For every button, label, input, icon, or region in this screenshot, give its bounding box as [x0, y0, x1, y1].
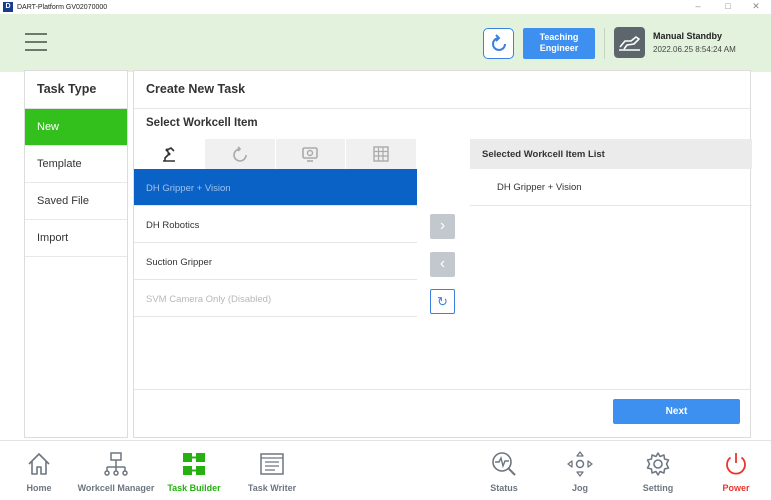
workcell-item-list: DH Gripper + Vision DH Robotics Suction …: [134, 169, 417, 317]
robot-status-icon: [614, 27, 645, 58]
minimize-button[interactable]: –: [683, 0, 713, 14]
reset-selection-button[interactable]: ↻: [430, 289, 455, 314]
nav-label: Jog: [571, 483, 588, 493]
task-type-saved-file[interactable]: Saved File: [25, 183, 127, 220]
task-type-new[interactable]: New: [25, 109, 127, 146]
nav-label: Power: [722, 483, 750, 493]
list-item: SVM Camera Only (Disabled): [134, 280, 417, 317]
task-type-title: Task Type: [25, 71, 127, 109]
teaching-engineer-button[interactable]: Teaching Engineer: [523, 28, 595, 59]
task-writer-icon: [260, 453, 284, 475]
close-window-button[interactable]: ✕: [741, 0, 771, 14]
app-header: Teaching Engineer Manual Standby 2022.06…: [0, 14, 771, 72]
nav-label: Status: [490, 483, 518, 493]
header-divider: [604, 28, 605, 59]
jog-icon: [567, 451, 593, 477]
hamburger-menu-icon[interactable]: [25, 33, 47, 51]
list-item[interactable]: Suction Gripper: [134, 243, 417, 280]
window-title: DART-Platform GV02070000: [17, 3, 108, 11]
bottom-nav: Home Workcell Manager Task Builder Task …: [0, 440, 771, 500]
task-builder-icon: [183, 453, 205, 475]
remove-item-button[interactable]: ‹: [430, 252, 455, 277]
tab-grid[interactable]: [346, 139, 417, 169]
nav-task-builder[interactable]: Task Builder: [164, 441, 224, 499]
robot-status-title: Manual Standby: [653, 31, 723, 41]
next-button[interactable]: Next: [613, 399, 740, 424]
nav-jog[interactable]: Jog: [560, 441, 600, 499]
robot-status-time: 2022.06.25 8:54:24 AM: [653, 45, 736, 54]
tab-camera[interactable]: [276, 139, 347, 169]
nav-label: Setting: [642, 483, 674, 493]
task-type-template[interactable]: Template: [25, 146, 127, 183]
add-item-button[interactable]: ›: [430, 214, 455, 239]
nav-label: Task Builder: [167, 483, 221, 493]
robot-arm-icon: [162, 147, 175, 162]
nav-label: Workcell Manager: [77, 483, 155, 493]
app-logo-icon: D: [3, 2, 13, 12]
list-item[interactable]: DH Gripper + Vision: [134, 169, 417, 206]
create-task-panel: Create New Task Select Workcell Item DH …: [133, 70, 752, 438]
nav-label: Home: [26, 483, 52, 493]
refresh-icon: [491, 34, 506, 51]
power-icon: [726, 453, 746, 475]
status-icon: [492, 452, 516, 476]
camera-icon: [302, 147, 319, 162]
gear-icon: [646, 452, 670, 476]
maximize-button[interactable]: □: [713, 0, 743, 14]
nav-task-writer[interactable]: Task Writer: [244, 441, 300, 499]
workcell-category-tabs: [134, 139, 417, 169]
nav-power[interactable]: Power: [716, 441, 756, 499]
nav-status[interactable]: Status: [482, 441, 526, 499]
grid-icon: [373, 146, 389, 162]
window-title-bar: D DART-Platform GV02070000 – □ ✕: [0, 0, 771, 14]
divider: [134, 108, 750, 109]
gripper-icon: [232, 146, 247, 162]
selected-list-header: Selected Workcell Item List: [470, 139, 752, 169]
task-type-import[interactable]: Import: [25, 220, 127, 257]
tab-gripper[interactable]: [205, 139, 276, 169]
divider: [134, 389, 750, 390]
nav-setting[interactable]: Setting: [636, 441, 680, 499]
task-type-panel: Task Type New Template Saved File Import: [24, 70, 128, 438]
selected-list-item[interactable]: DH Gripper + Vision: [470, 169, 752, 206]
list-item[interactable]: DH Robotics: [134, 206, 417, 243]
home-icon: [28, 453, 50, 475]
nav-label: Task Writer: [247, 483, 297, 493]
page-title: Create New Task: [146, 82, 246, 96]
header-refresh-button[interactable]: [483, 28, 514, 59]
nav-home[interactable]: Home: [14, 441, 64, 499]
tab-robot-arm[interactable]: [134, 139, 205, 169]
section-title: Select Workcell Item: [146, 117, 258, 129]
nav-workcell-manager[interactable]: Workcell Manager: [76, 441, 156, 499]
workcell-manager-icon: [104, 452, 128, 476]
